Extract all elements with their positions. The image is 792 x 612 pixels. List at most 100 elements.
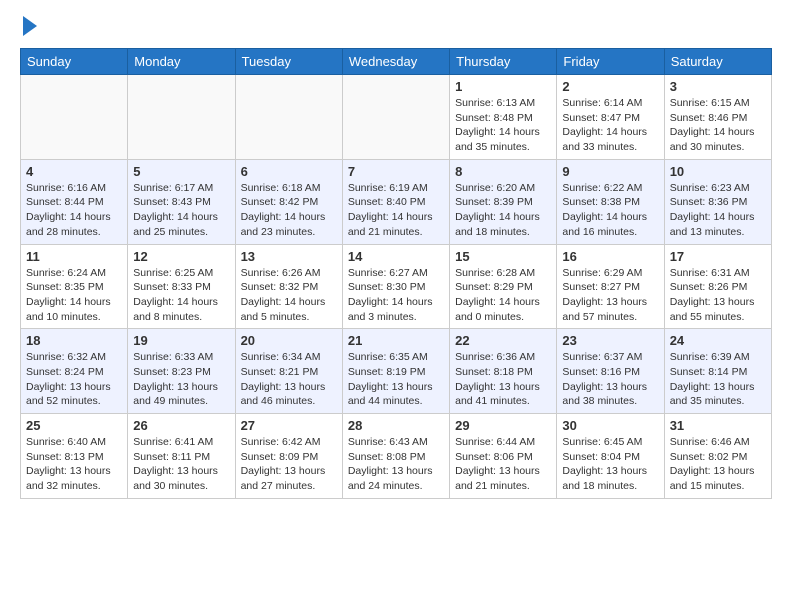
day-number: 2	[562, 79, 658, 94]
day-number: 22	[455, 333, 551, 348]
day-info: Sunrise: 6:35 AMSunset: 8:19 PMDaylight:…	[348, 350, 444, 409]
header	[20, 16, 772, 36]
calendar-cell: 2 Sunrise: 6:14 AMSunset: 8:47 PMDaylight…	[557, 75, 664, 160]
days-of-week-row: SundayMondayTuesdayWednesdayThursdayFrid…	[21, 49, 772, 75]
day-number: 6	[241, 164, 337, 179]
day-number: 15	[455, 249, 551, 264]
day-info: Sunrise: 6:18 AMSunset: 8:42 PMDaylight:…	[241, 181, 337, 240]
calendar-header: SundayMondayTuesdayWednesdayThursdayFrid…	[21, 49, 772, 75]
day-info: Sunrise: 6:26 AMSunset: 8:32 PMDaylight:…	[241, 266, 337, 325]
day-info: Sunrise: 6:25 AMSunset: 8:33 PMDaylight:…	[133, 266, 229, 325]
calendar-cell: 11 Sunrise: 6:24 AMSunset: 8:35 PMDayligh…	[21, 244, 128, 329]
calendar-cell: 22Sunrise: 6:36 AMSunset: 8:18 PMDayligh…	[450, 329, 557, 414]
calendar-cell: 3 Sunrise: 6:15 AMSunset: 8:46 PMDaylight…	[664, 75, 771, 160]
day-number: 30	[562, 418, 658, 433]
day-number: 18	[26, 333, 122, 348]
day-info: Sunrise: 6:14 AMSunset: 8:47 PMDaylight:…	[562, 96, 658, 155]
calendar-cell: 24Sunrise: 6:39 AMSunset: 8:14 PMDayligh…	[664, 329, 771, 414]
day-number: 7	[348, 164, 444, 179]
day-number: 27	[241, 418, 337, 433]
day-info: Sunrise: 6:46 AMSunset: 8:02 PMDaylight:…	[670, 435, 766, 494]
calendar-table: SundayMondayTuesdayWednesdayThursdayFrid…	[20, 48, 772, 499]
day-number: 3	[670, 79, 766, 94]
day-info: Sunrise: 6:33 AMSunset: 8:23 PMDaylight:…	[133, 350, 229, 409]
day-info: Sunrise: 6:44 AMSunset: 8:06 PMDaylight:…	[455, 435, 551, 494]
day-info: Sunrise: 6:40 AMSunset: 8:13 PMDaylight:…	[26, 435, 122, 494]
calendar-cell: 6 Sunrise: 6:18 AMSunset: 8:42 PMDaylight…	[235, 159, 342, 244]
calendar-cell: 18 Sunrise: 6:32 AMSunset: 8:24 PMDayligh…	[21, 329, 128, 414]
calendar-cell: 17 Sunrise: 6:31 AMSunset: 8:26 PMDayligh…	[664, 244, 771, 329]
day-of-week-tuesday: Tuesday	[235, 49, 342, 75]
day-number: 12	[133, 249, 229, 264]
day-number: 24	[670, 333, 766, 348]
calendar-cell: 26 Sunrise: 6:41 AMSunset: 8:11 PMDayligh…	[128, 414, 235, 499]
day-info: Sunrise: 6:41 AMSunset: 8:11 PMDaylight:…	[133, 435, 229, 494]
day-number: 23	[562, 333, 658, 348]
calendar-cell: 28 Sunrise: 6:43 AMSunset: 8:08 PMDayligh…	[342, 414, 449, 499]
day-info: Sunrise: 6:15 AMSunset: 8:46 PMDaylight:…	[670, 96, 766, 155]
day-info: Sunrise: 6:23 AMSunset: 8:36 PMDaylight:…	[670, 181, 766, 240]
calendar-cell: 8 Sunrise: 6:20 AMSunset: 8:39 PMDaylight…	[450, 159, 557, 244]
day-info: Sunrise: 6:22 AMSunset: 8:38 PMDaylight:…	[562, 181, 658, 240]
calendar-cell: 4 Sunrise: 6:16 AMSunset: 8:44 PMDaylight…	[21, 159, 128, 244]
day-number: 19	[133, 333, 229, 348]
calendar-cell: 25 Sunrise: 6:40 AMSunset: 8:13 PMDayligh…	[21, 414, 128, 499]
day-info: Sunrise: 6:43 AMSunset: 8:08 PMDaylight:…	[348, 435, 444, 494]
day-of-week-friday: Friday	[557, 49, 664, 75]
calendar-cell: 14 Sunrise: 6:27 AMSunset: 8:30 PMDayligh…	[342, 244, 449, 329]
day-number: 31	[670, 418, 766, 433]
calendar-cell: 19 Sunrise: 6:33 AMSunset: 8:23 PMDayligh…	[128, 329, 235, 414]
day-info: Sunrise: 6:32 AMSunset: 8:24 PMDaylight:…	[26, 350, 122, 409]
calendar-cell: 20 Sunrise: 6:34 AMSunset: 8:21 PMDayligh…	[235, 329, 342, 414]
day-number: 26	[133, 418, 229, 433]
day-info: Sunrise: 6:31 AMSunset: 8:26 PMDaylight:…	[670, 266, 766, 325]
day-info: Sunrise: 6:34 AMSunset: 8:21 PMDaylight:…	[241, 350, 337, 409]
day-number: 25	[26, 418, 122, 433]
day-info: Sunrise: 6:16 AMSunset: 8:44 PMDaylight:…	[26, 181, 122, 240]
calendar-cell: 15 Sunrise: 6:28 AMSunset: 8:29 PMDayligh…	[450, 244, 557, 329]
day-number: 10	[670, 164, 766, 179]
day-info: Sunrise: 6:42 AMSunset: 8:09 PMDaylight:…	[241, 435, 337, 494]
calendar-cell: 21 Sunrise: 6:35 AMSunset: 8:19 PMDayligh…	[342, 329, 449, 414]
day-number: 11	[26, 249, 122, 264]
day-of-week-saturday: Saturday	[664, 49, 771, 75]
calendar-cell	[342, 75, 449, 160]
calendar-cell: 27 Sunrise: 6:42 AMSunset: 8:09 PMDayligh…	[235, 414, 342, 499]
week-row-4: 18 Sunrise: 6:32 AMSunset: 8:24 PMDayligh…	[21, 329, 772, 414]
calendar-cell: 1 Sunrise: 6:13 AMSunset: 8:48 PMDaylight…	[450, 75, 557, 160]
day-info: Sunrise: 6:13 AMSunset: 8:48 PMDaylight:…	[455, 96, 551, 155]
day-number: 4	[26, 164, 122, 179]
calendar-cell: 16 Sunrise: 6:29 AMSunset: 8:27 PMDayligh…	[557, 244, 664, 329]
calendar-cell: 29Sunrise: 6:44 AMSunset: 8:06 PMDayligh…	[450, 414, 557, 499]
day-number: 28	[348, 418, 444, 433]
calendar-cell: 5Sunrise: 6:17 AMSunset: 8:43 PMDaylight…	[128, 159, 235, 244]
day-info: Sunrise: 6:17 AMSunset: 8:43 PMDaylight:…	[133, 181, 229, 240]
day-info: Sunrise: 6:37 AMSunset: 8:16 PMDaylight:…	[562, 350, 658, 409]
calendar-cell: 12 Sunrise: 6:25 AMSunset: 8:33 PMDayligh…	[128, 244, 235, 329]
day-number: 21	[348, 333, 444, 348]
day-info: Sunrise: 6:29 AMSunset: 8:27 PMDaylight:…	[562, 266, 658, 325]
calendar-body: 1 Sunrise: 6:13 AMSunset: 8:48 PMDaylight…	[21, 75, 772, 499]
calendar-cell	[128, 75, 235, 160]
calendar-cell: 13 Sunrise: 6:26 AMSunset: 8:32 PMDayligh…	[235, 244, 342, 329]
day-number: 14	[348, 249, 444, 264]
week-row-3: 11 Sunrise: 6:24 AMSunset: 8:35 PMDayligh…	[21, 244, 772, 329]
day-of-week-sunday: Sunday	[21, 49, 128, 75]
day-of-week-monday: Monday	[128, 49, 235, 75]
calendar-cell: 30Sunrise: 6:45 AMSunset: 8:04 PMDayligh…	[557, 414, 664, 499]
day-info: Sunrise: 6:20 AMSunset: 8:39 PMDaylight:…	[455, 181, 551, 240]
day-number: 16	[562, 249, 658, 264]
day-number: 13	[241, 249, 337, 264]
day-info: Sunrise: 6:27 AMSunset: 8:30 PMDaylight:…	[348, 266, 444, 325]
week-row-2: 4 Sunrise: 6:16 AMSunset: 8:44 PMDaylight…	[21, 159, 772, 244]
day-of-week-wednesday: Wednesday	[342, 49, 449, 75]
day-number: 1	[455, 79, 551, 94]
day-info: Sunrise: 6:24 AMSunset: 8:35 PMDaylight:…	[26, 266, 122, 325]
calendar-cell	[21, 75, 128, 160]
day-info: Sunrise: 6:28 AMSunset: 8:29 PMDaylight:…	[455, 266, 551, 325]
day-of-week-thursday: Thursday	[450, 49, 557, 75]
day-info: Sunrise: 6:19 AMSunset: 8:40 PMDaylight:…	[348, 181, 444, 240]
day-number: 8	[455, 164, 551, 179]
day-number: 20	[241, 333, 337, 348]
day-number: 17	[670, 249, 766, 264]
